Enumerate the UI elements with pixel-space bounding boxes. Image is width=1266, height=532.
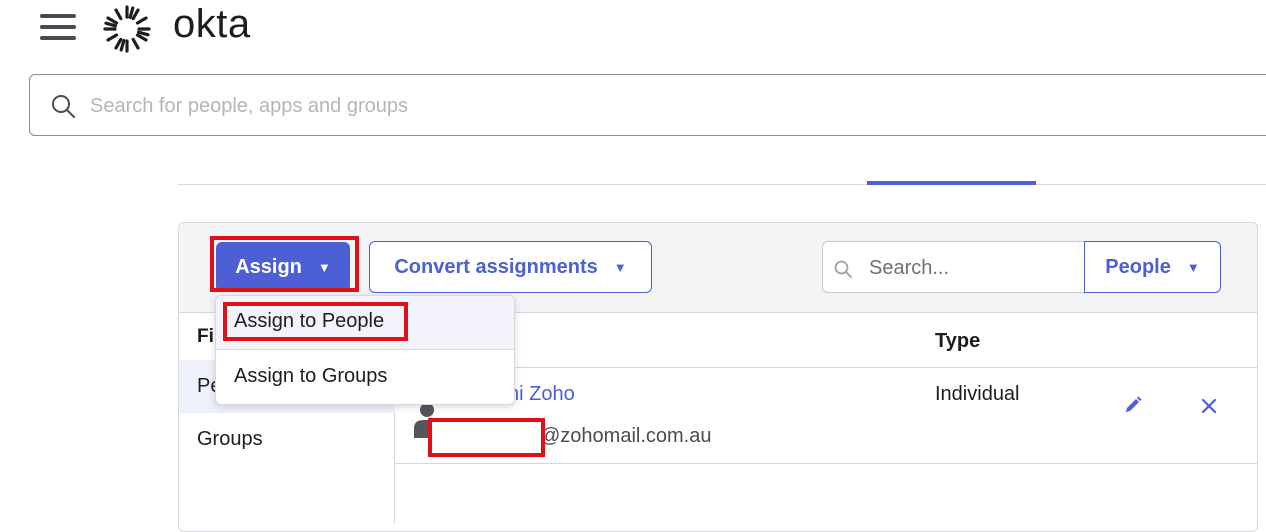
pencil-edit-icon[interactable] [1123, 395, 1143, 415]
search-icon [834, 260, 852, 278]
active-tab-indicator [867, 181, 1036, 185]
table-row-divider [395, 463, 1257, 464]
tabs-divider [178, 184, 1266, 185]
convert-assignments-label: Convert assignments [394, 255, 598, 278]
search-icon [52, 95, 75, 118]
caret-down-icon: ▼ [1186, 259, 1200, 275]
close-remove-icon[interactable] [1200, 397, 1218, 415]
menu-item-assign-to-groups-label: Assign to Groups [234, 365, 388, 387]
global-search-box[interactable] [29, 74, 1266, 136]
assign-button-label: Assign [235, 255, 302, 278]
user-email: @zohomail.com.au [540, 425, 712, 447]
user-type-cell: Individual [935, 383, 1020, 405]
okta-sunburst-logo-icon [103, 5, 151, 53]
caret-down-icon: ▼ [613, 259, 627, 275]
assignment-search-box[interactable] [822, 241, 1086, 293]
hamburger-menu-icon[interactable] [40, 14, 76, 42]
column-header-type: Type [935, 330, 981, 352]
redaction-box [428, 418, 545, 457]
caret-down-icon: ▼ [317, 259, 331, 275]
okta-logo-text: okta [173, 2, 251, 46]
table-header-divider [395, 367, 1257, 368]
people-filter-select[interactable]: People ▼ [1084, 241, 1221, 293]
assignment-search-input[interactable] [869, 254, 1069, 282]
people-select-value: People [1105, 255, 1171, 278]
global-search-input[interactable] [90, 89, 990, 123]
user-name-link[interactable]: ni Zoho [508, 383, 575, 406]
filter-item-groups-label: Groups [197, 428, 263, 450]
menu-item-assign-to-people-label: Assign to People [234, 310, 385, 332]
assign-button[interactable]: Assign ▼ [216, 242, 350, 292]
convert-assignments-button[interactable]: Convert assignments ▼ [369, 241, 652, 293]
